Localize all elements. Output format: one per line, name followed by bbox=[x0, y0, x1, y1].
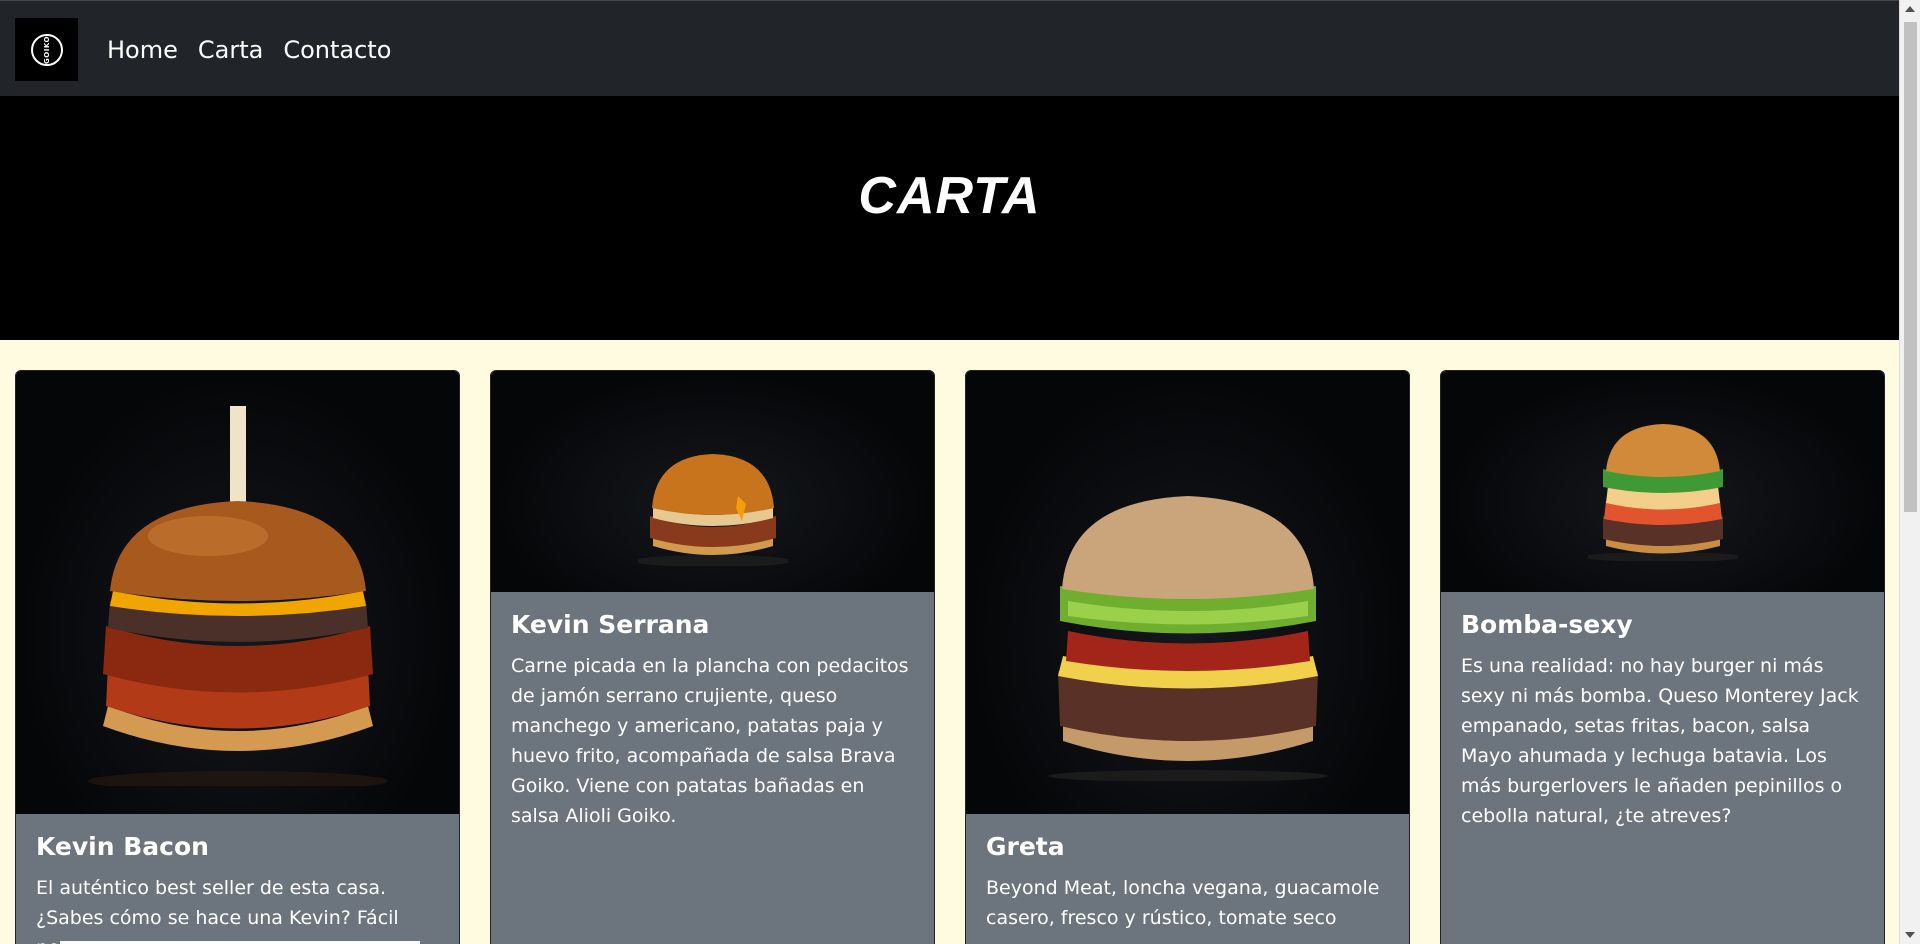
burger-image bbox=[491, 371, 934, 592]
menu-card-bomba-sexy[interactable]: Bomba-sexy Es una realidad: no hay burge… bbox=[1440, 370, 1885, 944]
card-body: Kevin Serrana Carne picada en la plancha… bbox=[491, 592, 934, 849]
card-title: Bomba-sexy bbox=[1461, 610, 1633, 639]
vertical-scrollbar[interactable] bbox=[1899, 0, 1920, 944]
nav-link-home[interactable]: Home bbox=[107, 33, 178, 67]
card-title: Kevin Serrana bbox=[511, 610, 710, 639]
menu-card-greta[interactable]: Greta Beyond Meat, loncha vegana, guacam… bbox=[965, 370, 1410, 944]
burger-image bbox=[16, 371, 459, 814]
goiko-logo-icon: GOIKO bbox=[30, 33, 63, 66]
scroll-up-arrow-icon[interactable] bbox=[1905, 6, 1915, 12]
scroll-thumb[interactable] bbox=[1904, 22, 1917, 512]
nav-links: Home Carta Contacto bbox=[107, 33, 391, 67]
navbar: GOIKO Home Carta Contacto bbox=[0, 0, 1899, 96]
burger-image bbox=[1441, 371, 1884, 592]
card-text: Beyond Meat, loncha vegana, guacamole ca… bbox=[986, 877, 1380, 929]
menu-card-kevin-bacon[interactable]: Kevin Bacon El auténtico best seller de … bbox=[15, 370, 460, 944]
card-body: Kevin Bacon El auténtico best seller de … bbox=[16, 814, 459, 944]
hero-banner: CARTA bbox=[0, 96, 1899, 340]
logo-link[interactable]: GOIKO bbox=[15, 18, 78, 81]
card-text: Carne picada en la plancha con pedacitos… bbox=[511, 655, 909, 827]
scroll-down-arrow-icon[interactable] bbox=[1905, 932, 1915, 938]
card-title: Kevin Bacon bbox=[36, 832, 209, 861]
menu-card-kevin-serrana[interactable]: Kevin Serrana Carne picada en la plancha… bbox=[490, 370, 935, 944]
logo-text: GOIKO bbox=[42, 35, 51, 64]
card-title: Greta bbox=[986, 832, 1065, 861]
nav-link-contacto[interactable]: Contacto bbox=[283, 33, 391, 67]
page: GOIKO Home Carta Contacto CARTA Kevin Ba… bbox=[0, 0, 1899, 944]
card-text: El auténtico best seller de esta casa. ¿… bbox=[36, 877, 399, 944]
nav-link-carta[interactable]: Carta bbox=[198, 33, 263, 67]
card-body: Bomba-sexy Es una realidad: no hay burge… bbox=[1441, 592, 1884, 849]
card-text: Es una realidad: no hay burger ni más se… bbox=[1461, 655, 1859, 827]
card-body: Greta Beyond Meat, loncha vegana, guacam… bbox=[966, 814, 1409, 944]
burger-image bbox=[966, 371, 1409, 814]
page-title: CARTA bbox=[858, 167, 1041, 225]
